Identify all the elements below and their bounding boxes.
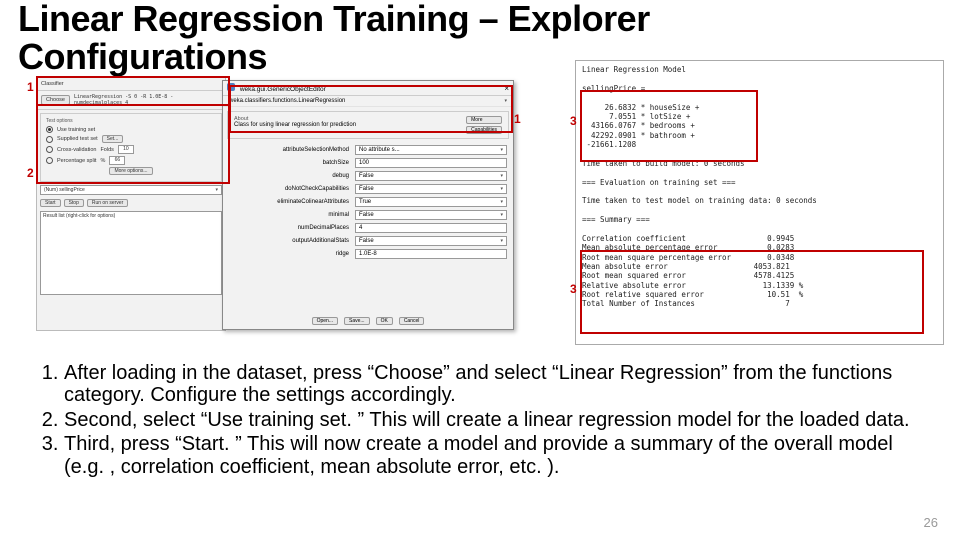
prop-value[interactable]: False▾ bbox=[355, 210, 507, 220]
output-metric: Root mean square percentage error 0.0348 bbox=[582, 253, 794, 262]
dialog-title: weka.gui.GenericObjectEditor bbox=[240, 86, 326, 93]
cv-folds-field[interactable]: 10 bbox=[118, 145, 134, 154]
cancel-button[interactable]: Cancel bbox=[399, 317, 425, 325]
output-coef: 43166.0767 * bedrooms + bbox=[582, 121, 695, 130]
prop-value[interactable]: False▾ bbox=[355, 236, 507, 246]
result-list[interactable]: Result list (right-click for options) bbox=[40, 211, 222, 295]
prop-label: ridge bbox=[229, 251, 355, 257]
classifier-section-label: Classifier bbox=[41, 81, 64, 87]
instruction-step: Third, press “Start. ” This will now cre… bbox=[64, 433, 930, 478]
slide-title-line2: Configurations bbox=[18, 36, 267, 77]
opt-cv-label: Folds bbox=[100, 147, 113, 153]
prop-label: attributeSelectionMethod bbox=[229, 147, 355, 153]
output-coef: -21661.1208 bbox=[582, 140, 636, 149]
result-list-label: Result list (right-click for options) bbox=[43, 213, 115, 219]
stop-button[interactable]: Stop bbox=[64, 199, 84, 207]
supplied-set-button[interactable]: Set... bbox=[102, 135, 124, 143]
prop-label: debug bbox=[229, 173, 355, 179]
prop-value[interactable]: False▾ bbox=[355, 184, 507, 194]
output-metric: Root mean squared error 4578.4125 bbox=[582, 271, 794, 280]
chevron-down-icon: ▾ bbox=[500, 186, 503, 192]
chevron-down-icon: ▾ bbox=[500, 199, 503, 205]
chevron-down-icon: ▾ bbox=[215, 187, 218, 193]
classifier-path: weka.classifiers.functions.LinearRegress… bbox=[229, 98, 345, 104]
callout-number-2: 2 bbox=[27, 166, 34, 180]
output-metric: Mean absolute error 4053.821 bbox=[582, 262, 790, 271]
choose-button[interactable]: Choose bbox=[41, 95, 70, 105]
radio-use-training[interactable] bbox=[46, 126, 53, 133]
prop-value[interactable]: 4 bbox=[355, 223, 507, 233]
opt-cv: Cross-validation bbox=[57, 147, 96, 153]
callout-number-1a: 1 bbox=[27, 80, 34, 94]
output-summary-header: === Summary === bbox=[582, 215, 650, 224]
page-number: 26 bbox=[924, 515, 938, 530]
prop-label: eliminateColinearAttributes bbox=[229, 199, 355, 205]
prop-value[interactable]: 100 bbox=[355, 158, 507, 168]
output-equation: sellingPrice = bbox=[582, 84, 645, 93]
output-metric: Mean absolute percentage error 0.0283 bbox=[582, 243, 794, 252]
slide-title: Linear Regression Training – Explorer Co… bbox=[18, 0, 650, 76]
ok-button[interactable]: OK bbox=[376, 317, 393, 325]
output-heading: Linear Regression Model bbox=[582, 65, 686, 74]
instructions-list: After loading in the dataset, press “Cho… bbox=[30, 362, 930, 480]
output-buildtime: Time taken to build model: 0 seconds bbox=[582, 159, 745, 168]
test-options-group: Test options Use training set Supplied t… bbox=[40, 113, 222, 182]
chevron-down-icon: ▾ bbox=[500, 212, 503, 218]
radio-cv[interactable] bbox=[46, 146, 53, 153]
output-coef: 26.6832 * houseSize + bbox=[582, 103, 699, 112]
chevron-down-icon: ▾ bbox=[500, 147, 503, 153]
callout-number-3b: 3 bbox=[570, 282, 577, 296]
prop-value[interactable]: No attribute s...▾ bbox=[355, 145, 507, 155]
more-button[interactable]: More bbox=[466, 116, 502, 124]
prop-value[interactable]: True▾ bbox=[355, 197, 507, 207]
chevron-down-icon: ▾ bbox=[504, 98, 507, 104]
callout-number-1b: 1 bbox=[514, 112, 521, 126]
instruction-step: After loading in the dataset, press “Cho… bbox=[64, 362, 930, 407]
start-button[interactable]: Start bbox=[40, 199, 61, 207]
output-coef: 42292.0901 * bathroom + bbox=[582, 131, 695, 140]
prop-label: batchSize bbox=[229, 160, 355, 166]
callout-number-3a: 3 bbox=[570, 114, 577, 128]
run-server-button[interactable]: Run on server bbox=[87, 199, 128, 207]
instruction-step: Second, select “Use training set. ” This… bbox=[64, 409, 930, 431]
class-attribute-combo[interactable]: (Num) sellingPrice ▾ bbox=[40, 185, 222, 195]
capabilities-button[interactable]: Capabilities bbox=[466, 126, 502, 134]
weka-icon bbox=[227, 83, 235, 91]
save-button[interactable]: Save... bbox=[344, 317, 370, 325]
slide-title-line1: Linear Regression Training – Explorer bbox=[18, 0, 650, 39]
test-options-label: Test options bbox=[46, 118, 216, 124]
chevron-down-icon: ▾ bbox=[500, 173, 503, 179]
prop-value[interactable]: False▾ bbox=[355, 171, 507, 181]
prop-label: numDecimalPlaces bbox=[229, 225, 355, 231]
classify-panel: Classifier Choose LinearRegression -S 0 … bbox=[36, 77, 226, 331]
split-percent-field[interactable]: 66 bbox=[109, 156, 125, 165]
output-coef: 7.0551 * lotSize + bbox=[582, 112, 690, 121]
output-metric: Root relative squared error 10.51 % bbox=[582, 290, 803, 299]
prop-value[interactable]: 1.0E-8 bbox=[355, 249, 507, 259]
output-metric: Total Number of Instances 7 bbox=[582, 299, 790, 308]
output-eval-header: === Evaluation on training set === bbox=[582, 178, 736, 187]
opt-split: Percentage split bbox=[57, 158, 96, 164]
class-attribute-value: (Num) sellingPrice bbox=[44, 187, 85, 193]
classifier-output: Linear Regression Model sellingPrice = 2… bbox=[575, 60, 944, 345]
output-metric: Relative absolute error 13.1339 % bbox=[582, 281, 803, 290]
properties-table: attributeSelectionMethodNo attribute s..… bbox=[227, 143, 509, 260]
chevron-down-icon: ▾ bbox=[500, 238, 503, 244]
opt-supplied: Supplied test set bbox=[57, 136, 98, 142]
prop-label: outputAdditionalStats bbox=[229, 238, 355, 244]
object-editor-dialog: weka.gui.GenericObjectEditor × weka.clas… bbox=[222, 80, 514, 330]
more-options-button[interactable]: More options... bbox=[109, 167, 152, 175]
close-icon[interactable]: × bbox=[504, 84, 509, 93]
output-metric: Correlation coefficient 0.9945 bbox=[582, 234, 794, 243]
radio-supplied[interactable] bbox=[46, 136, 53, 143]
open-button[interactable]: Open... bbox=[312, 317, 338, 325]
radio-split[interactable] bbox=[46, 157, 53, 164]
output-testtime: Time taken to test model on training dat… bbox=[582, 196, 817, 205]
classifier-scheme: LinearRegression -S 0 -R 1.0E-8 -numdeci… bbox=[74, 94, 221, 106]
opt-use-training: Use training set bbox=[57, 127, 95, 133]
prop-label: minimal bbox=[229, 212, 355, 218]
prop-label: doNotCheckCapabilities bbox=[229, 186, 355, 192]
about-text: Class for using linear regression for pr… bbox=[234, 122, 356, 128]
opt-split-label: % bbox=[100, 158, 105, 164]
